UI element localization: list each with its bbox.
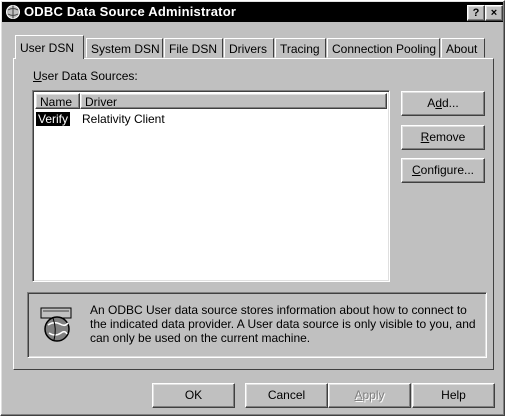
tab-system-dsn[interactable]: System DSN [86,38,163,58]
list-item-driver: Relativity Client [82,112,165,126]
tab-drivers[interactable]: Drivers [224,38,274,58]
tab-connection-pooling[interactable]: Connection Pooling [327,38,440,58]
window-title: ODBC Data Source Administrator [24,4,237,19]
tab-about[interactable]: About [441,38,485,58]
help-button[interactable]: Help [412,383,495,408]
tab-label: Connection Pooling [332,42,437,56]
apply-button[interactable]: Apply [328,383,411,408]
add-button[interactable]: Add... [401,91,485,116]
configure-button[interactable]: Configure... [401,158,485,183]
odbc-app-icon [6,5,20,19]
column-header-driver[interactable]: Driver [80,93,387,109]
info-text: An ODBC User data source stores informat… [90,303,476,345]
tab-label: File DSN [169,42,218,56]
tab-label: System DSN [91,42,160,56]
close-title-button[interactable]: × [485,5,503,21]
column-header-name[interactable]: Name [35,93,80,109]
tab-label: User DSN [20,41,75,55]
user-data-sources-label: User Data Sources: [33,69,138,83]
tab-label: About [446,42,478,56]
tab-label: Drivers [229,42,267,56]
cancel-button[interactable]: Cancel [245,383,328,408]
database-globe-icon [40,307,72,342]
ok-button[interactable]: OK [152,383,235,408]
tab-user-dsn[interactable]: User DSN [15,35,84,59]
tab-file-dsn[interactable]: File DSN [164,38,223,58]
user-data-sources-list[interactable]: Name Driver Verify Relativity Client [32,90,390,282]
remove-button[interactable]: Remove [401,125,485,150]
info-box: An ODBC User data source stores informat… [27,292,487,358]
help-title-button[interactable]: ? [467,5,485,21]
tab-tracing[interactable]: Tracing [275,38,326,58]
tab-label: Tracing [280,42,320,56]
list-item-name[interactable]: Verify [36,112,71,126]
title-bar[interactable]: ODBC Data Source Administrator ? × [2,2,503,22]
